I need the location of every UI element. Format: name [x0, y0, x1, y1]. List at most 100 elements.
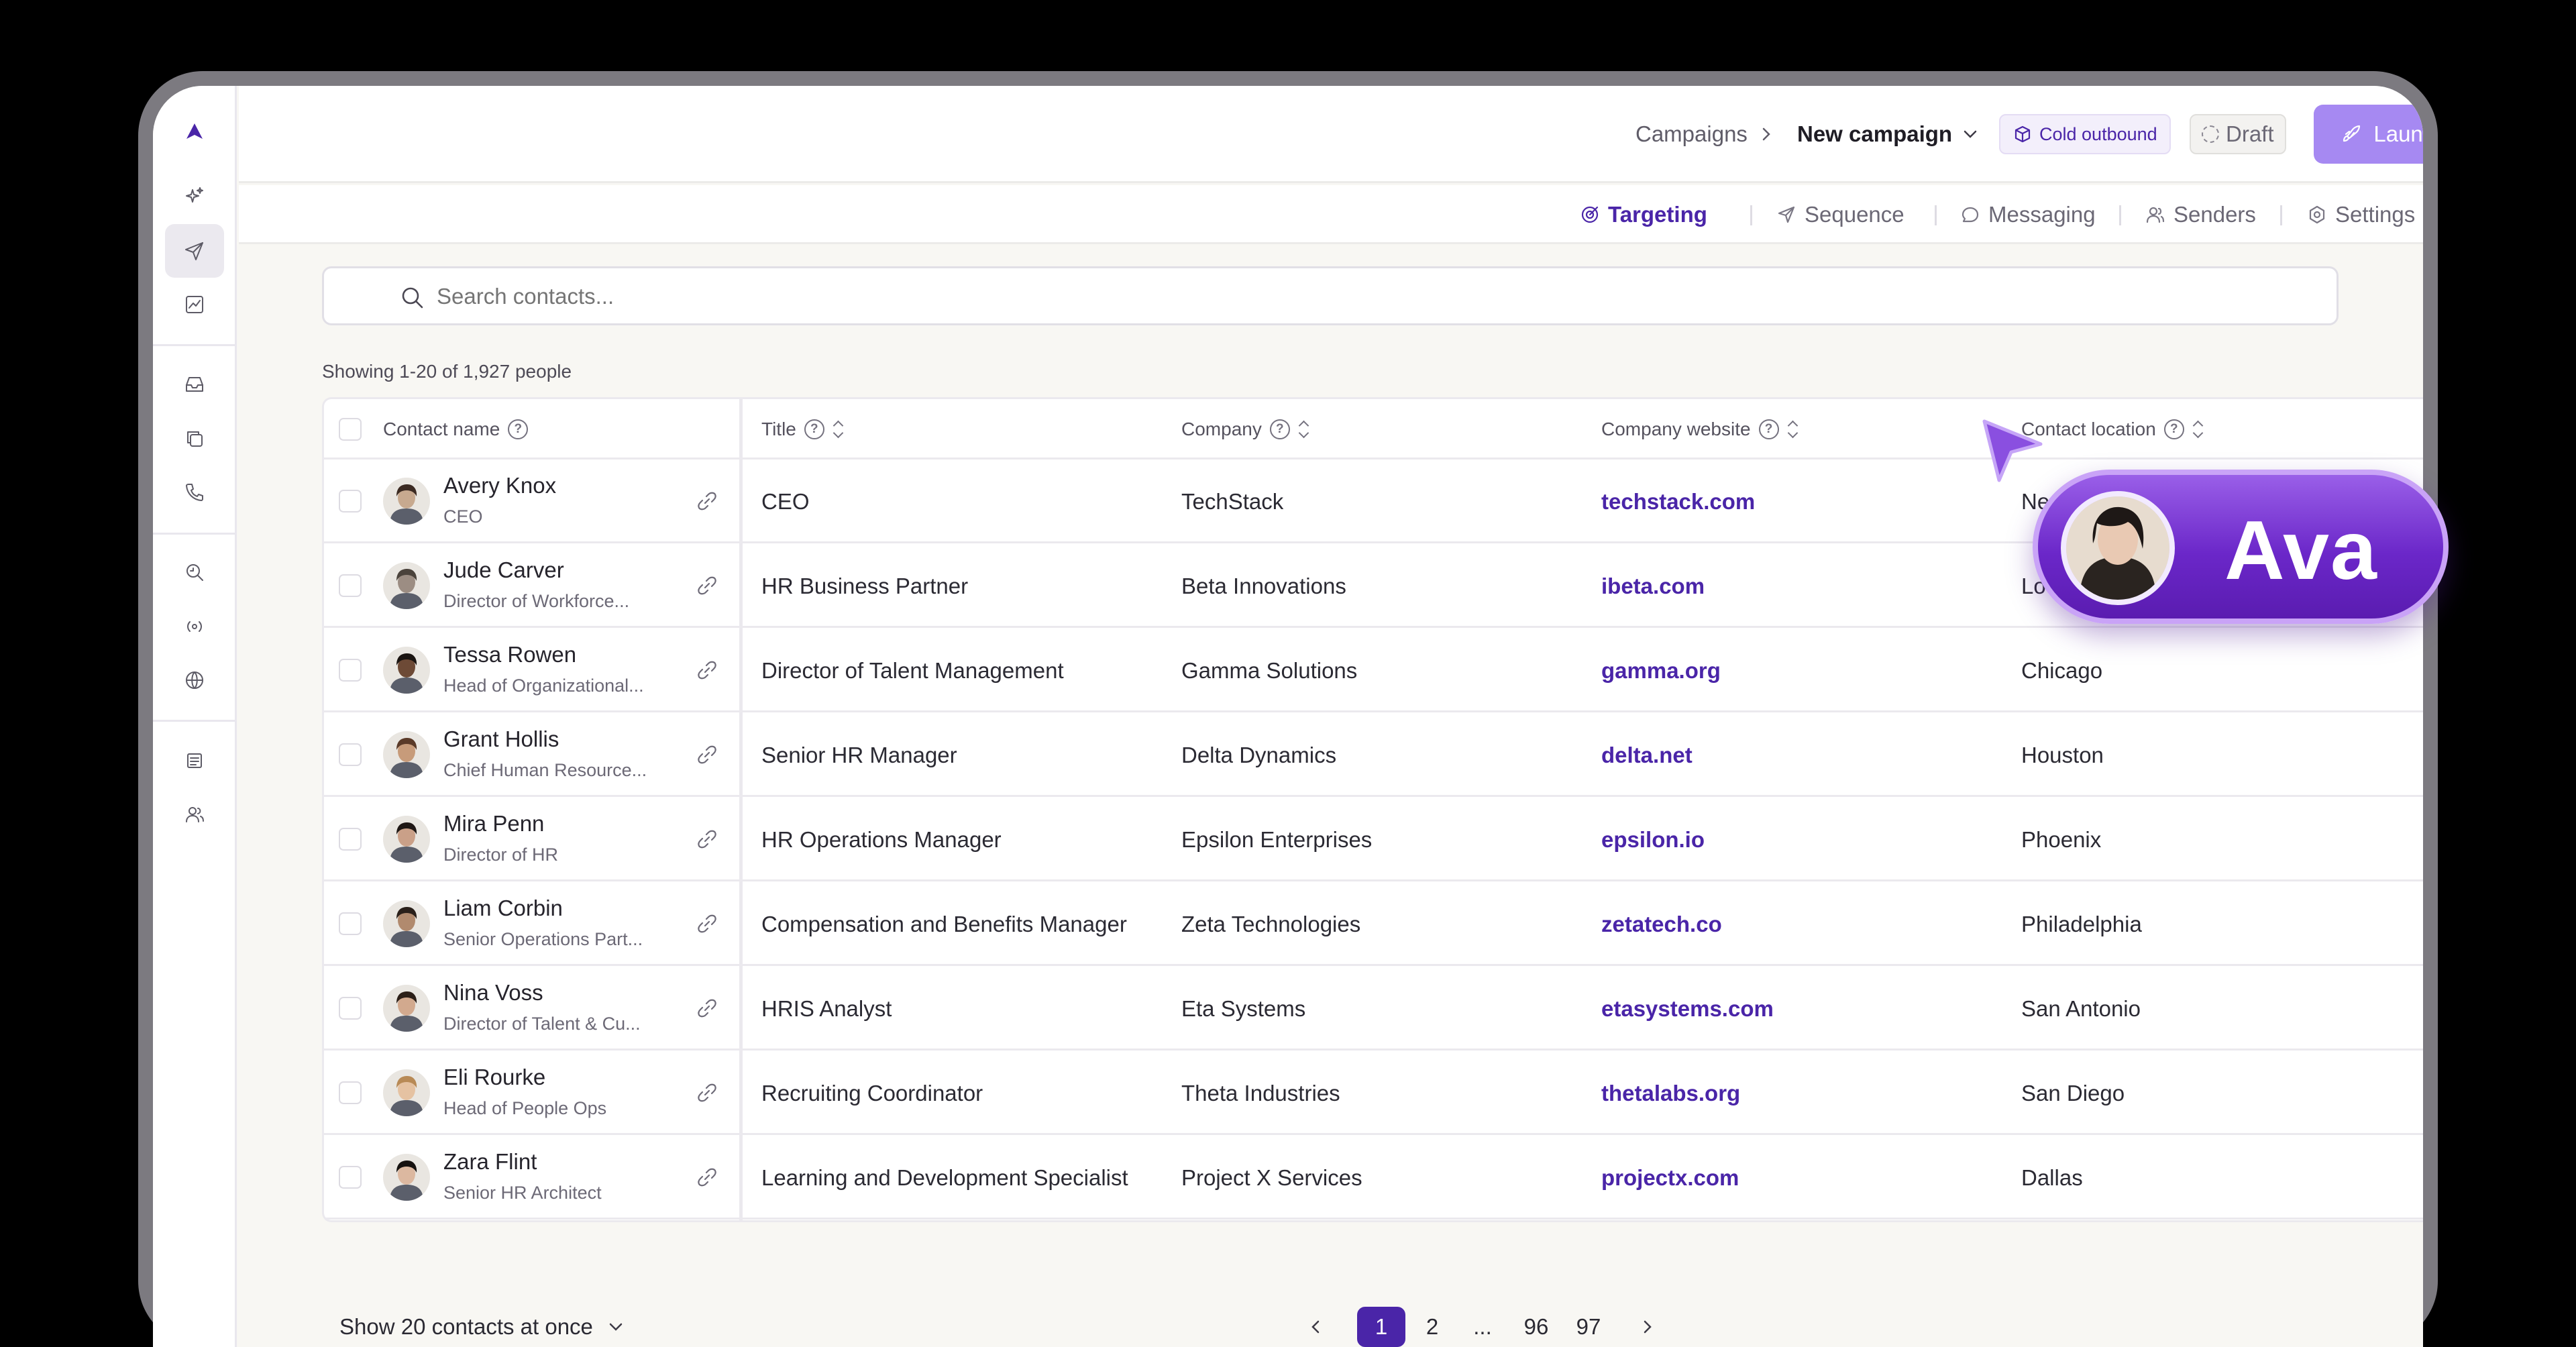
table-header: Contact name? Title? Company? Company we…: [324, 399, 2423, 460]
link-icon[interactable]: [695, 912, 719, 936]
page-button[interactable]: 96: [1516, 1307, 1556, 1347]
chevron-down-icon[interactable]: [1960, 114, 1980, 154]
table-row[interactable]: Nina Voss Director of Talent & Cu... HRIS …: [324, 967, 2423, 1050]
link-icon[interactable]: [695, 1081, 719, 1105]
page-button-current[interactable]: 1: [1357, 1307, 1405, 1347]
cell-company-website[interactable]: projectx.com: [1601, 1136, 1739, 1220]
column-header-contact-name[interactable]: Contact name?: [383, 399, 529, 460]
link-icon[interactable]: [695, 996, 719, 1020]
tab-targeting[interactable]: Targeting: [1580, 185, 1707, 244]
link-icon[interactable]: [695, 1165, 719, 1189]
link-icon[interactable]: [695, 489, 719, 513]
row-checkbox[interactable]: [339, 743, 362, 766]
draft-status-badge: Draft: [2190, 114, 2286, 154]
cell-company-website[interactable]: techstack.com: [1601, 460, 1755, 543]
contact-name[interactable]: Tessa Rowen: [443, 642, 576, 667]
link-icon[interactable]: [695, 574, 719, 598]
sparkle-icon[interactable]: [165, 169, 224, 223]
row-checkbox[interactable]: [339, 1081, 362, 1104]
cell-contact-location: San Antonio: [2021, 995, 2141, 1021]
help-icon[interactable]: ?: [2163, 419, 2184, 439]
row-checkbox[interactable]: [339, 659, 362, 682]
cell-company-website[interactable]: ibeta.com: [1601, 544, 1705, 628]
column-header-title[interactable]: Title?: [761, 399, 845, 460]
help-icon[interactable]: ?: [1758, 419, 1779, 439]
breadcrumb-campaigns[interactable]: Campaigns: [1635, 114, 1748, 154]
column-header-company-website[interactable]: Company website?: [1601, 399, 1799, 460]
table-row[interactable]: Zara Flint Senior HR Architect Learning an…: [324, 1136, 2423, 1220]
column-header-company[interactable]: Company?: [1181, 399, 1310, 460]
analytics-icon[interactable]: [165, 278, 224, 331]
link-icon[interactable]: [695, 743, 719, 767]
cell-title: Recruiting Coordinator: [761, 1080, 983, 1106]
launch-button[interactable]: Launch: [2314, 105, 2423, 164]
select-all-checkbox[interactable]: [339, 418, 362, 441]
cell-company-website[interactable]: zetatech.co: [1601, 882, 1722, 966]
page-button[interactable]: 2: [1415, 1307, 1449, 1347]
link-icon[interactable]: [695, 658, 719, 682]
cell-contact-location: San Diego: [2021, 1080, 2125, 1106]
table-row[interactable]: Eli Rourke Head of People Ops Recruiting C…: [324, 1051, 2423, 1135]
help-icon[interactable]: ?: [1269, 419, 1290, 439]
row-checkbox[interactable]: [339, 1166, 362, 1189]
sort-icon[interactable]: [833, 419, 845, 439]
tab-sequence[interactable]: Sequence: [1776, 185, 1904, 244]
globe-icon[interactable]: [165, 653, 224, 707]
prev-page-button[interactable]: [1303, 1307, 1330, 1347]
link-icon[interactable]: [695, 827, 719, 851]
contact-name[interactable]: Mira Penn: [443, 811, 544, 837]
avatar: [383, 900, 430, 947]
cell-company-website[interactable]: gamma.org: [1601, 629, 1721, 712]
phone-icon[interactable]: [165, 466, 224, 519]
contact-name[interactable]: Grant Hollis: [443, 726, 559, 752]
campaigns-send-icon[interactable]: [165, 224, 224, 278]
contact-name[interactable]: Zara Flint: [443, 1149, 537, 1175]
sort-icon[interactable]: [2192, 419, 2204, 439]
settings-icon: [2309, 205, 2325, 224]
cell-title: HR Operations Manager: [761, 826, 1002, 852]
avatar: [383, 816, 430, 863]
contact-name[interactable]: Avery Knox: [443, 473, 556, 498]
app-screen: Campaigns New campaign Cold outbound Dra…: [153, 86, 2423, 1347]
cell-company-website[interactable]: thetalabs.org: [1601, 1051, 1740, 1135]
search-input[interactable]: [437, 278, 2248, 315]
documents-icon[interactable]: [165, 733, 224, 787]
inbox-icon[interactable]: [165, 358, 224, 411]
row-checkbox[interactable]: [339, 574, 362, 597]
contact-name[interactable]: Eli Rourke: [443, 1065, 545, 1090]
row-checkbox[interactable]: [339, 828, 362, 851]
collaborator-cursor-badge: Ava: [2033, 470, 2449, 624]
table-row[interactable]: Mira Penn Director of HR HR Operations Man…: [324, 798, 2423, 881]
cell-company-website[interactable]: delta.net: [1601, 713, 1693, 797]
cell-company-website[interactable]: epsilon.io: [1601, 798, 1705, 881]
contact-name[interactable]: Nina Voss: [443, 980, 543, 1006]
row-checkbox[interactable]: [339, 490, 362, 513]
row-checkbox[interactable]: [339, 912, 362, 935]
app-logo[interactable]: [165, 105, 224, 158]
row-checkbox[interactable]: [339, 997, 362, 1020]
cell-company: Zeta Technologies: [1181, 911, 1361, 936]
cell-company-website[interactable]: etasystems.com: [1601, 967, 1774, 1050]
tab-senders[interactable]: Senders: [2145, 185, 2256, 244]
table-row[interactable]: Liam Corbin Senior Operations Part... Comp…: [324, 882, 2423, 966]
help-icon[interactable]: ?: [804, 419, 824, 439]
page-button[interactable]: 97: [1568, 1307, 1609, 1347]
search-box[interactable]: [322, 266, 2339, 325]
table-row[interactable]: Grant Hollis Chief Human Resource... Senio…: [324, 713, 2423, 797]
signal-icon[interactable]: [165, 600, 224, 653]
help-icon[interactable]: ?: [508, 419, 529, 439]
cell-title: Learning and Development Specialist: [761, 1165, 1128, 1190]
sort-icon[interactable]: [1298, 419, 1310, 439]
tab-messaging[interactable]: Messaging: [1960, 185, 2096, 244]
page-size-selector[interactable]: Show 20 contacts at once: [339, 1307, 625, 1347]
search-history-icon[interactable]: [165, 545, 224, 599]
sort-icon[interactable]: [1787, 419, 1799, 439]
table-row[interactable]: Tessa Rowen Head of Organizational... Dire…: [324, 629, 2423, 712]
copy-icon[interactable]: [165, 412, 224, 466]
contact-name[interactable]: Liam Corbin: [443, 896, 563, 921]
campaign-name[interactable]: New campaign: [1797, 114, 1952, 154]
team-icon[interactable]: [165, 788, 224, 841]
next-page-button[interactable]: [1633, 1307, 1660, 1347]
contact-name[interactable]: Jude Carver: [443, 557, 564, 583]
tab-settings[interactable]: Settings: [2307, 185, 2415, 244]
